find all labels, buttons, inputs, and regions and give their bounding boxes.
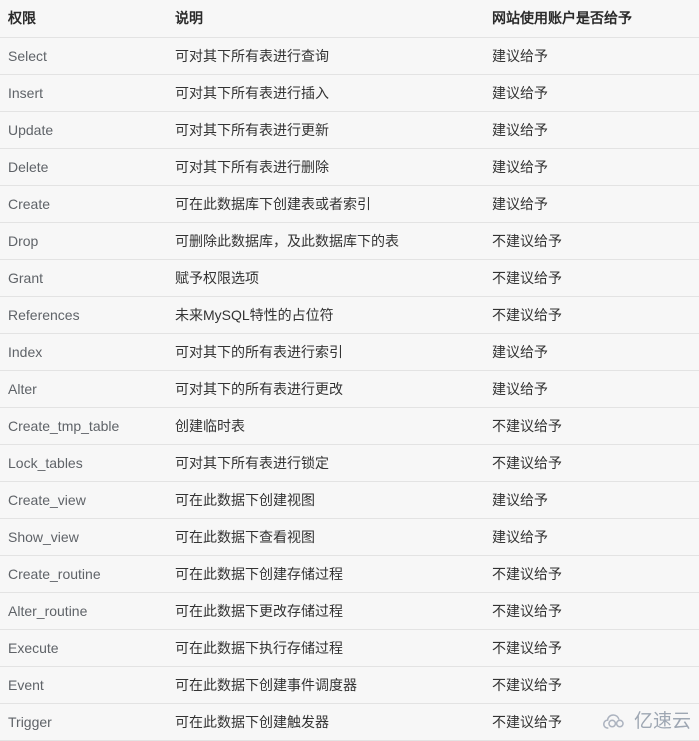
cell-grant-recommendation: 不建议给予 <box>484 666 699 704</box>
mysql-privileges-table: 权限 说明 网站使用账户是否给予 Select 可对其下所有表进行查询 建议给予 In… <box>0 0 699 740</box>
cell-description: 未来MySQL特性的占位符 <box>167 296 484 334</box>
cell-privilege: Event <box>0 666 167 704</box>
cell-description: 可对其下所有表进行查询 <box>167 37 484 75</box>
cell-grant-recommendation: 建议给予 <box>484 74 699 112</box>
cell-grant-recommendation: 不建议给予 <box>484 444 699 482</box>
cell-grant-recommendation: 建议给予 <box>484 148 699 186</box>
table-row: Create 可在此数据库下创建表或者索引 建议给予 <box>0 185 699 223</box>
cell-privilege: References <box>0 296 167 334</box>
table-row: Alter_routine 可在此数据下更改存储过程 不建议给予 <box>0 592 699 630</box>
cell-grant-recommendation: 不建议给予 <box>484 407 699 445</box>
cell-grant-recommendation: 建议给予 <box>484 481 699 519</box>
cell-description: 可在此数据下创建存储过程 <box>167 555 484 593</box>
cell-privilege: Index <box>0 333 167 371</box>
cell-description: 可在此数据下创建事件调度器 <box>167 666 484 704</box>
cell-grant-recommendation: 不建议给予 <box>484 703 699 740</box>
cell-description: 可对其下所有表进行锁定 <box>167 444 484 482</box>
cell-privilege: Drop <box>0 222 167 260</box>
table-row: Delete 可对其下所有表进行删除 建议给予 <box>0 148 699 186</box>
cell-privilege: Create_routine <box>0 555 167 593</box>
table-row: Create_routine 可在此数据下创建存储过程 不建议给予 <box>0 555 699 593</box>
column-header-description: 说明 <box>167 0 484 38</box>
table-row: Create_view 可在此数据下创建视图 建议给予 <box>0 481 699 519</box>
cell-grant-recommendation: 建议给予 <box>484 37 699 75</box>
table-row: Show_view 可在此数据下查看视图 建议给予 <box>0 518 699 556</box>
cell-grant-recommendation: 建议给予 <box>484 370 699 408</box>
table-header: 权限 说明 网站使用账户是否给予 <box>0 0 699 38</box>
cell-grant-recommendation: 不建议给予 <box>484 296 699 334</box>
cell-privilege: Create_view <box>0 481 167 519</box>
cell-description: 可在此数据下创建触发器 <box>167 703 484 740</box>
cell-grant-recommendation: 不建议给予 <box>484 555 699 593</box>
cell-privilege: Alter_routine <box>0 592 167 630</box>
table-row: Alter 可对其下的所有表进行更改 建议给予 <box>0 370 699 408</box>
cell-privilege: Alter <box>0 370 167 408</box>
cell-privilege: Show_view <box>0 518 167 556</box>
column-header-privilege: 权限 <box>0 0 167 38</box>
cell-grant-recommendation: 不建议给予 <box>484 629 699 667</box>
cell-privilege: Select <box>0 37 167 75</box>
cell-grant-recommendation: 不建议给予 <box>484 592 699 630</box>
cell-description: 可在此数据库下创建表或者索引 <box>167 185 484 223</box>
table-row: Event 可在此数据下创建事件调度器 不建议给予 <box>0 666 699 704</box>
cell-privilege: Delete <box>0 148 167 186</box>
table-row: Create_tmp_table 创建临时表 不建议给予 <box>0 407 699 445</box>
cell-grant-recommendation: 建议给予 <box>484 518 699 556</box>
table-row: Select 可对其下所有表进行查询 建议给予 <box>0 37 699 75</box>
cell-privilege: Trigger <box>0 703 167 740</box>
permissions-table-container: 权限 说明 网站使用账户是否给予 Select 可对其下所有表进行查询 建议给予 In… <box>0 0 699 741</box>
cell-description: 创建临时表 <box>167 407 484 445</box>
cell-grant-recommendation: 不建议给予 <box>484 222 699 260</box>
cell-privilege: Create <box>0 185 167 223</box>
cell-description: 可对其下所有表进行更新 <box>167 111 484 149</box>
table-row: Execute 可在此数据下执行存储过程 不建议给予 <box>0 629 699 667</box>
cell-grant-recommendation: 建议给予 <box>484 111 699 149</box>
cell-description: 可对其下的所有表进行索引 <box>167 333 484 371</box>
cell-grant-recommendation: 建议给予 <box>484 185 699 223</box>
cell-description: 可在此数据下创建视图 <box>167 481 484 519</box>
cell-privilege: Update <box>0 111 167 149</box>
cell-privilege: Insert <box>0 74 167 112</box>
table-row: Insert 可对其下所有表进行插入 建议给予 <box>0 74 699 112</box>
cell-privilege: Create_tmp_table <box>0 407 167 445</box>
cell-grant-recommendation: 不建议给予 <box>484 259 699 297</box>
table-body: Select 可对其下所有表进行查询 建议给予 Insert 可对其下所有表进行插入 建议… <box>0 37 699 740</box>
table-row: Drop 可删除此数据库，及此数据库下的表 不建议给予 <box>0 222 699 260</box>
cell-description: 可在此数据下更改存储过程 <box>167 592 484 630</box>
cell-grant-recommendation: 建议给予 <box>484 333 699 371</box>
cell-description: 可删除此数据库，及此数据库下的表 <box>167 222 484 260</box>
cell-description: 赋予权限选项 <box>167 259 484 297</box>
table-header-row: 权限 说明 网站使用账户是否给予 <box>0 0 699 38</box>
table-row: Trigger 可在此数据下创建触发器 不建议给予 <box>0 703 699 740</box>
cell-privilege: Grant <box>0 259 167 297</box>
cell-description: 可对其下所有表进行删除 <box>167 148 484 186</box>
table-row: Index 可对其下的所有表进行索引 建议给予 <box>0 333 699 371</box>
table-row: Update 可对其下所有表进行更新 建议给予 <box>0 111 699 149</box>
column-header-grant: 网站使用账户是否给予 <box>484 0 699 38</box>
cell-description: 可对其下的所有表进行更改 <box>167 370 484 408</box>
cell-privilege: Lock_tables <box>0 444 167 482</box>
cell-description: 可对其下所有表进行插入 <box>167 74 484 112</box>
table-row: Grant 赋予权限选项 不建议给予 <box>0 259 699 297</box>
table-row: References 未来MySQL特性的占位符 不建议给予 <box>0 296 699 334</box>
cell-description: 可在此数据下查看视图 <box>167 518 484 556</box>
cell-privilege: Execute <box>0 629 167 667</box>
cell-description: 可在此数据下执行存储过程 <box>167 629 484 667</box>
table-row: Lock_tables 可对其下所有表进行锁定 不建议给予 <box>0 444 699 482</box>
